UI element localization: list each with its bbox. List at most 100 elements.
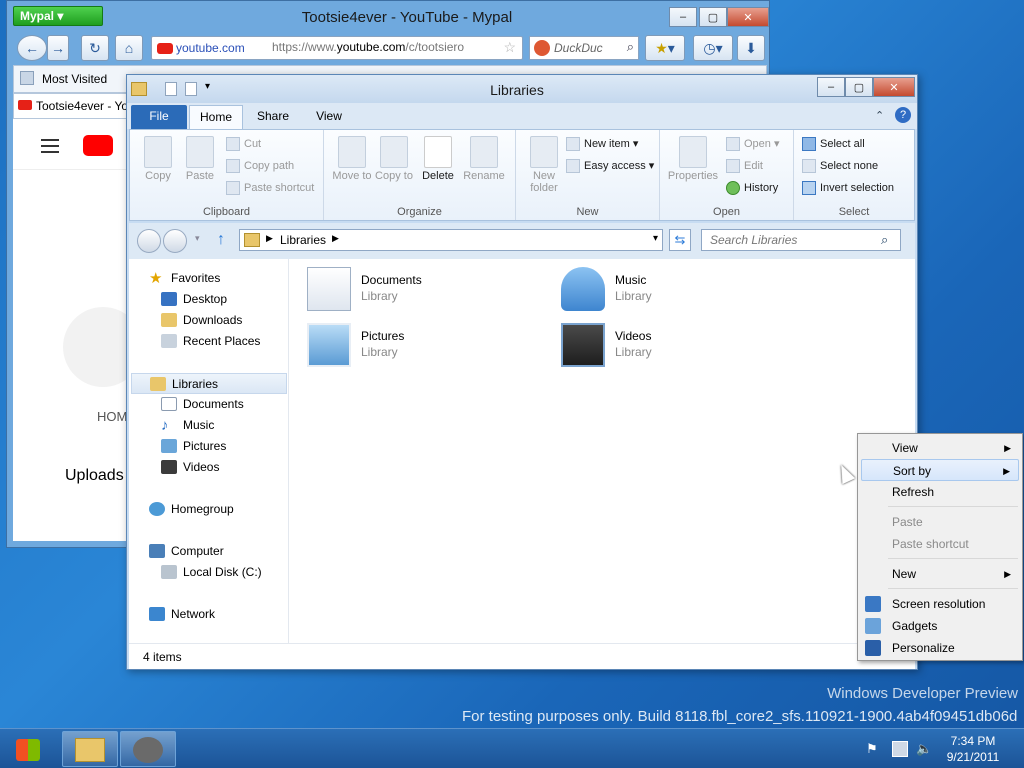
mypal-menu-button[interactable]: Mypal ▾: [13, 6, 103, 26]
invert-selection-button[interactable]: Invert selection: [802, 178, 894, 198]
tab-share[interactable]: Share: [247, 105, 299, 129]
refresh-icon[interactable]: ⇆: [669, 229, 691, 251]
nav-computer[interactable]: Computer: [149, 541, 224, 562]
nav-videos[interactable]: Videos: [161, 457, 219, 478]
move-to-button[interactable]: Move to: [330, 136, 374, 182]
libraries-content-pane[interactable]: Documents Library Music Library Pictures…: [289, 259, 915, 643]
menu-gadgets[interactable]: Gadgets: [861, 615, 1019, 637]
downloads-button[interactable]: ⬇: [737, 35, 765, 61]
nav-local-disk[interactable]: Local Disk (C:): [161, 562, 262, 583]
taskbar-mypal-button[interactable]: [120, 731, 176, 767]
site-identity-chip[interactable]: youtube.com: [154, 39, 268, 57]
search-libraries-icon[interactable]: ⌕: [881, 232, 888, 248]
bookmark-star-icon[interactable]: ☆: [503, 39, 516, 56]
browser-titlebar[interactable]: Mypal ▾ Tootsie4ever - YouTube - Mypal –…: [7, 1, 769, 33]
browser-close-button[interactable]: ✕: [727, 7, 769, 27]
explorer-window[interactable]: ▾ Libraries – ▢ ✕ File Home Share View ⌃…: [126, 74, 918, 670]
quick-access-properties-icon[interactable]: [165, 82, 177, 96]
easy-access-button[interactable]: Easy access ▾: [566, 156, 654, 176]
search-libraries-input[interactable]: Search Libraries: [701, 229, 901, 251]
home-button[interactable]: ⌂: [115, 35, 143, 61]
quick-access-dropdown-icon[interactable]: ▾: [205, 81, 210, 92]
up-arrow-icon[interactable]: ↑: [217, 231, 225, 249]
paste-shortcut-button[interactable]: Paste shortcut: [226, 178, 314, 198]
select-all-button[interactable]: Select all: [802, 134, 865, 154]
menu-refresh[interactable]: Refresh: [861, 481, 1019, 503]
url-bar[interactable]: youtube.com https://www.youtube.com/c/to…: [151, 36, 523, 60]
browser-search-box[interactable]: DuckDuc ⌕: [529, 36, 639, 60]
library-documents[interactable]: Documents Library: [307, 265, 537, 315]
menu-paste[interactable]: Paste: [861, 511, 1019, 533]
history-button[interactable]: ◷ ▾: [693, 35, 733, 61]
menu-personalize[interactable]: Personalize: [861, 637, 1019, 659]
menu-paste-shortcut[interactable]: Paste shortcut: [861, 533, 1019, 555]
paste-button[interactable]: Paste: [178, 136, 222, 182]
menu-screen-resolution[interactable]: Screen resolution: [861, 593, 1019, 615]
rename-button[interactable]: Rename: [462, 136, 506, 182]
reload-button[interactable]: ↻: [81, 35, 109, 61]
explorer-close-button[interactable]: ✕: [873, 77, 915, 97]
tab-file[interactable]: File: [131, 105, 187, 129]
address-dropdown-icon[interactable]: ▾: [653, 233, 658, 244]
hamburger-menu-icon[interactable]: [41, 139, 59, 153]
explorer-back-button[interactable]: [137, 229, 161, 253]
url-text[interactable]: https://www.youtube.com/c/tootsiero: [272, 40, 464, 54]
explorer-minimize-button[interactable]: –: [817, 77, 845, 97]
copy-button[interactable]: Copy: [136, 136, 180, 182]
copy-to-button[interactable]: Copy to: [372, 136, 416, 182]
nav-music[interactable]: ♪ Music: [161, 415, 214, 436]
nav-desktop[interactable]: Desktop: [161, 289, 227, 310]
nav-homegroup[interactable]: Homegroup: [149, 499, 234, 520]
help-icon[interactable]: ?: [895, 107, 911, 123]
explorer-titlebar[interactable]: ▾ Libraries – ▢ ✕: [127, 75, 917, 103]
collapse-ribbon-icon[interactable]: ⌃: [875, 109, 884, 122]
menu-new[interactable]: New ▶: [861, 563, 1019, 585]
nav-network[interactable]: Network: [149, 604, 215, 625]
breadcrumb-chevron-icon[interactable]: ▶: [266, 233, 273, 244]
volume-muted-icon[interactable]: 🔈: [916, 741, 932, 757]
browser-maximize-button[interactable]: ▢: [699, 7, 727, 27]
forward-button[interactable]: →: [47, 35, 69, 61]
browser-tab[interactable]: Tootsie4ever - Yo: [14, 94, 134, 118]
action-center-flag-icon[interactable]: ⚑: [866, 741, 882, 757]
open-button[interactable]: Open ▾: [726, 134, 780, 154]
copy-path-button[interactable]: Copy path: [226, 156, 294, 176]
explorer-forward-button[interactable]: [163, 229, 187, 253]
search-icon[interactable]: ⌕: [627, 39, 634, 55]
library-music[interactable]: Music Library: [561, 265, 791, 315]
tab-view[interactable]: View: [303, 105, 355, 129]
nav-documents[interactable]: Documents: [161, 394, 244, 415]
select-none-button[interactable]: Select none: [802, 156, 878, 176]
delete-button[interactable]: Delete: [416, 136, 460, 182]
clock[interactable]: 7:34 PM 9/21/2011: [940, 733, 1006, 765]
breadcrumb-next-chevron-icon[interactable]: ▶: [332, 233, 339, 244]
recent-locations-dropdown-icon[interactable]: ▾: [195, 233, 200, 244]
new-folder-button[interactable]: New folder: [522, 136, 566, 194]
history-ribbon-button[interactable]: History: [726, 178, 778, 198]
channel-home-tab[interactable]: HOM: [97, 409, 127, 424]
menu-view[interactable]: View ▶: [861, 437, 1019, 459]
bookmark-most-visited[interactable]: Most Visited: [42, 72, 107, 86]
bookmarks-menu-button[interactable]: ★ ▾: [645, 35, 685, 61]
edit-button[interactable]: Edit: [726, 156, 763, 176]
start-button[interactable]: [2, 731, 52, 767]
library-videos[interactable]: Videos Library: [561, 321, 791, 371]
new-item-button[interactable]: New item ▾: [566, 134, 638, 154]
nav-libraries[interactable]: Libraries: [131, 373, 287, 394]
tab-home[interactable]: Home: [189, 105, 243, 129]
library-pictures[interactable]: Pictures Library: [307, 321, 537, 371]
nav-downloads[interactable]: Downloads: [161, 310, 242, 331]
nav-favorites[interactable]: ★ Favorites: [149, 268, 220, 289]
browser-minimize-button[interactable]: –: [669, 7, 697, 27]
address-bar[interactable]: ▶ Libraries ▶ ▾: [239, 229, 663, 251]
cut-button[interactable]: Cut: [226, 134, 261, 154]
breadcrumb[interactable]: Libraries: [280, 233, 326, 247]
menu-sort-by[interactable]: Sort by ▶: [861, 459, 1019, 481]
nav-pictures[interactable]: Pictures: [161, 436, 226, 457]
youtube-logo-icon[interactable]: [83, 135, 113, 156]
network-tray-icon[interactable]: [892, 741, 908, 757]
quick-access-new-icon[interactable]: [185, 82, 197, 96]
explorer-maximize-button[interactable]: ▢: [845, 77, 873, 97]
properties-button[interactable]: Properties: [666, 136, 720, 182]
taskbar-explorer-button[interactable]: [62, 731, 118, 767]
